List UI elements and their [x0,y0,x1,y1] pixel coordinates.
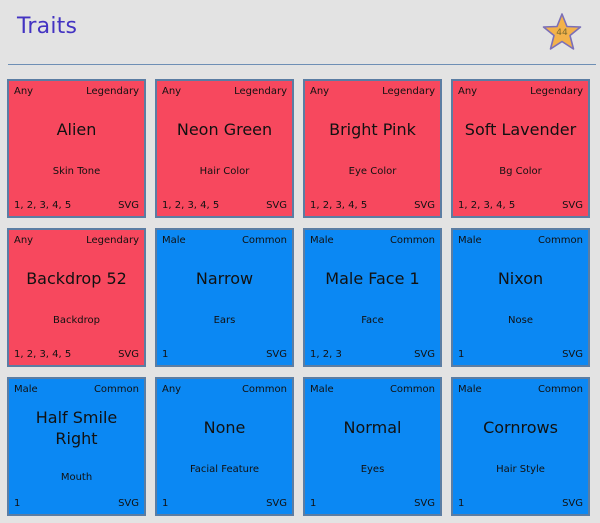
trait-name: Neon Green [176,120,273,139]
trait-format: SVG [562,349,583,360]
trait-gender: Any [310,86,330,97]
trait-gender: Any [458,86,478,97]
trait-versions: 1 [14,498,21,509]
trait-type: Eye Color [348,166,397,177]
trait-card[interactable]: Any Legendary Backdrop 52 Backdrop 1, 2,… [7,228,146,367]
trait-name: Backdrop 52 [26,269,127,288]
trait-card[interactable]: Male Common Nixon Nose 1 SVG [451,228,590,367]
trait-card[interactable]: Any Legendary Neon Green Hair Color 1, 2… [155,79,294,218]
trait-card[interactable]: Male Common Half Smile Right Mouth 1 SVG [7,377,146,516]
trait-name: Half Smile Right [35,408,118,448]
trait-rarity: Legendary [86,235,139,246]
trait-rarity: Legendary [234,86,287,97]
trait-type: Hair Color [199,166,250,177]
page-title: Traits [17,14,78,39]
star-count: 44 [556,28,568,38]
trait-format: SVG [118,349,139,360]
trait-gender: Male [162,235,186,246]
trait-card[interactable]: Any Legendary Soft Lavender Bg Color 1, … [451,79,590,218]
trait-gender: Any [14,235,34,246]
trait-gender: Any [14,86,34,97]
trait-gender: Any [162,86,182,97]
trait-format: SVG [266,498,287,509]
trait-type: Eyes [360,464,385,475]
trait-card[interactable]: Male Common Narrow Ears 1 SVG [155,228,294,367]
trait-card[interactable]: Male Common Cornrows Hair Style 1 SVG [451,377,590,516]
trait-name: Bright Pink [329,120,416,139]
trait-gender: Male [458,235,482,246]
trait-rarity: Common [241,384,287,395]
trait-gender: Male [458,384,482,395]
trait-type: Face [361,315,384,326]
trait-type: Facial Feature [189,464,260,475]
trait-versions: 1, 2, 3, 4, 5 [310,200,368,211]
trait-type: Bg Color [499,166,542,177]
trait-gender: Any [162,384,182,395]
trait-gender: Male [14,384,38,395]
trait-rarity: Legendary [530,86,583,97]
trait-format: SVG [562,498,583,509]
trait-gender: Male [310,235,334,246]
trait-name: Nixon [497,269,544,288]
trait-rarity: Common [241,235,287,246]
trait-versions: 1 [162,349,169,360]
trait-format: SVG [414,498,435,509]
trait-format: SVG [118,498,139,509]
traits-grid: Any Legendary Alien Skin Tone 1, 2, 3, 4… [7,79,590,516]
trait-format: SVG [562,200,583,211]
trait-rarity: Common [389,235,435,246]
trait-versions: 1 [310,498,317,509]
trait-type: Nose [508,315,533,326]
trait-versions: 1, 2, 3 [310,349,342,360]
trait-format: SVG [266,349,287,360]
trait-rarity: Legendary [86,86,139,97]
trait-rarity: Common [537,384,583,395]
trait-versions: 1, 2, 3, 4, 5 [14,349,72,360]
trait-card[interactable]: Male Common Normal Eyes 1 SVG [303,377,442,516]
trait-type: Ears [213,315,236,326]
trait-format: SVG [414,349,435,360]
trait-card[interactable]: Male Common Male Face 1 Face 1, 2, 3 SVG [303,228,442,367]
trait-versions: 1 [458,498,465,509]
trait-type: Backdrop [53,315,100,326]
trait-rarity: Legendary [382,86,435,97]
trait-name: Alien [56,120,97,139]
trait-name: Narrow [195,269,254,288]
trait-name: Male Face 1 [325,269,420,288]
trait-card[interactable]: Any Common None Facial Feature 1 SVG [155,377,294,516]
trait-rarity: Common [93,384,139,395]
trait-card[interactable]: Any Legendary Alien Skin Tone 1, 2, 3, 4… [7,79,146,218]
trait-gender: Male [310,384,334,395]
trait-card[interactable]: Any Legendary Bright Pink Eye Color 1, 2… [303,79,442,218]
trait-versions: 1, 2, 3, 4, 5 [14,200,72,211]
trait-rarity: Common [389,384,435,395]
trait-name: None [203,418,246,437]
trait-format: SVG [118,200,139,211]
trait-name: Cornrows [483,418,558,437]
trait-type: Mouth [60,472,93,483]
trait-rarity: Common [537,235,583,246]
favorites-star-button[interactable]: 44 [542,12,582,52]
header: Traits 44 [0,0,600,64]
trait-name: Soft Lavender [464,120,577,139]
trait-versions: 1, 2, 3, 4, 5 [162,200,220,211]
header-divider [8,64,596,65]
trait-type: Skin Tone [52,166,101,177]
trait-versions: 1 [162,498,169,509]
trait-versions: 1 [458,349,465,360]
trait-format: SVG [414,200,435,211]
trait-versions: 1, 2, 3, 4, 5 [458,200,516,211]
trait-type: Hair Style [496,464,545,475]
trait-name: Normal [343,418,402,437]
trait-format: SVG [266,200,287,211]
